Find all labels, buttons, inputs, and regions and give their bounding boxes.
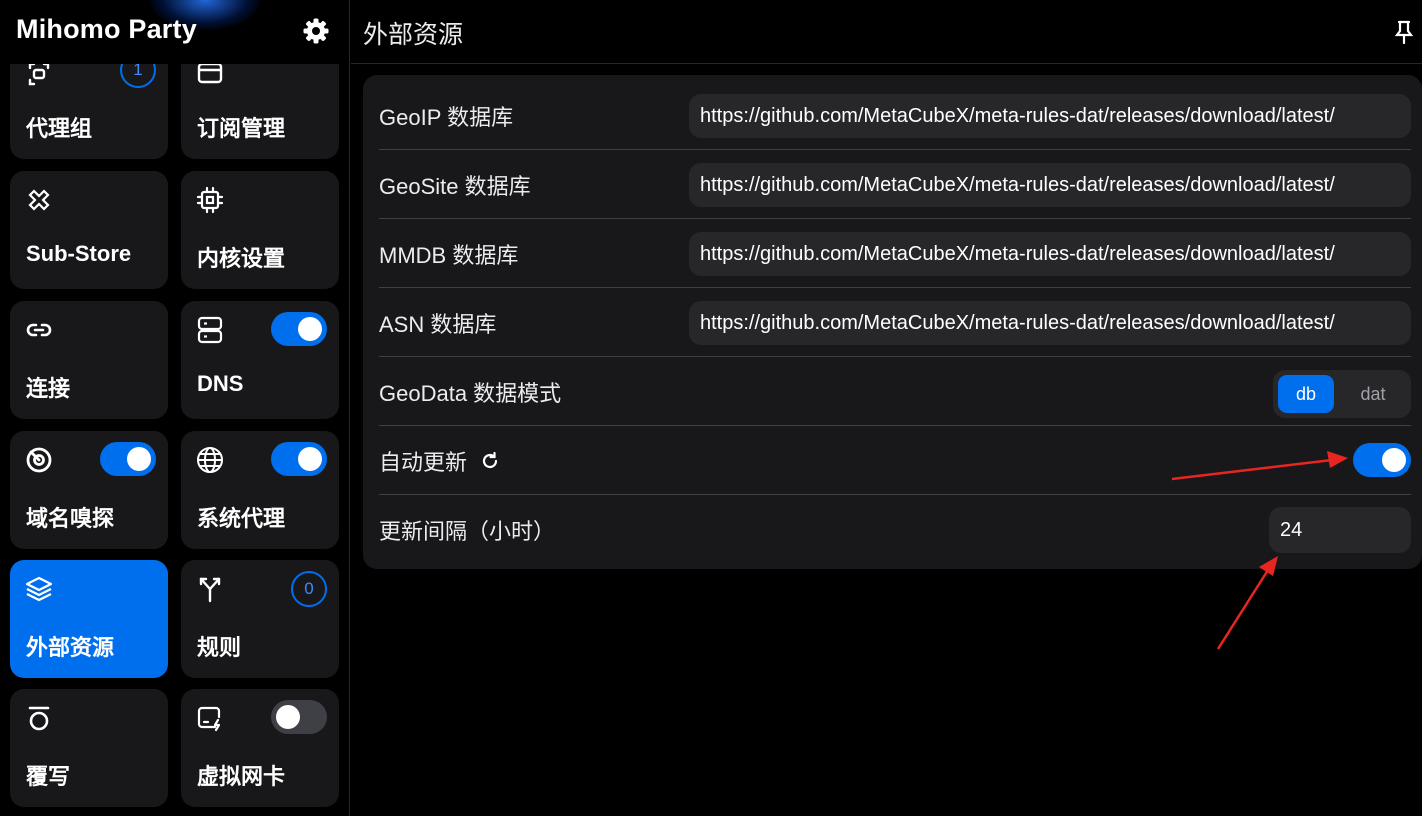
radar-icon <box>26 447 52 473</box>
setting-label: GeoSite 数据库 <box>379 173 531 199</box>
settings-button[interactable] <box>300 16 332 46</box>
gear-icon <box>303 18 329 44</box>
page-title: 外部资源 <box>363 21 464 49</box>
setting-label: MMDB 数据库 <box>379 242 519 268</box>
main-content: 外部资源 GeoIP 数据库 https://github.com/MetaCu… <box>351 0 1422 816</box>
sidebar-card-label: 虚拟网卡 <box>197 764 286 789</box>
network-card-icon <box>197 706 221 732</box>
pin-button[interactable] <box>1391 18 1417 46</box>
chip-icon <box>196 186 224 214</box>
auto-update-toggle[interactable] <box>1353 443 1411 477</box>
sidebar-card-sniffer[interactable]: 域名嗅探 <box>10 431 168 549</box>
geodata-mode-switch: db dat <box>1273 370 1411 418</box>
settings-panel: GeoIP 数据库 https://github.com/MetaCubeX/m… <box>363 75 1422 569</box>
sidebar-card-label: 系统代理 <box>197 506 286 531</box>
update-interval-input[interactable]: 24 <box>1269 507 1411 553</box>
sidebar-card-override[interactable]: 覆写 <box>10 689 168 807</box>
toggle-knob <box>1382 448 1406 472</box>
setting-row-geosite: GeoSite 数据库 https://github.com/MetaCubeX… <box>379 150 1411 219</box>
layers-icon <box>25 576 53 602</box>
tun-toggle[interactable] <box>271 700 327 734</box>
toggle-knob <box>298 447 322 471</box>
link-icon <box>26 323 52 337</box>
setting-label: GeoData 数据模式 <box>379 380 562 406</box>
setting-label: 自动更新 <box>379 449 468 475</box>
setting-label-wrap: 自动更新 <box>379 426 501 495</box>
geodata-mode-option-dat[interactable]: dat <box>1345 375 1401 413</box>
sidebar-card-connections[interactable]: 连接 <box>10 301 168 419</box>
sidebar-card-label: 订阅管理 <box>197 116 286 141</box>
refresh-icon[interactable] <box>479 450 501 472</box>
setting-row-update-interval: 更新间隔（小时） 24 <box>379 495 1411 564</box>
geodata-mode-option-db[interactable]: db <box>1278 375 1334 413</box>
sidebar-card-label: 规则 <box>197 635 242 660</box>
app-header: Mihomo Party <box>0 0 349 64</box>
toggle-knob <box>127 447 151 471</box>
sidebar-card-rules[interactable]: 0 规则 <box>181 560 339 678</box>
server-icon <box>197 316 223 344</box>
sidebar-card-label: 连接 <box>26 376 71 401</box>
sidebar-card-core-settings[interactable]: 内核设置 <box>181 171 339 289</box>
sidebar-card-dns[interactable]: DNS <box>181 301 339 419</box>
git-fork-icon <box>199 577 221 603</box>
sidebar-card-label: Sub-Store <box>26 241 132 266</box>
sidebar-card-label: 域名嗅探 <box>26 506 115 531</box>
asn-url-input[interactable]: https://github.com/MetaCubeX/meta-rules-… <box>689 301 1411 345</box>
rules-count-badge: 0 <box>291 571 327 607</box>
pin-icon <box>1394 20 1414 45</box>
sidebar-card-system-proxy[interactable]: 系统代理 <box>181 431 339 549</box>
sidebar-card-label: 代理组 <box>26 116 93 141</box>
sidebar-card-label: 外部资源 <box>26 635 115 660</box>
setting-label: 更新间隔（小时） <box>379 518 556 544</box>
sidebar-card-label: 覆写 <box>26 764 71 789</box>
sidebar: 1 代理组 订阅管理 Sub-Store 内核设置 连接 DNS 域名嗅探 系统… <box>0 0 350 816</box>
system-proxy-toggle[interactable] <box>271 442 327 476</box>
sub-store-icon <box>28 189 50 211</box>
sidebar-card-label: 内核设置 <box>197 246 286 271</box>
setting-label: GeoIP 数据库 <box>379 104 514 130</box>
sidebar-card-sub-store[interactable]: Sub-Store <box>10 171 168 289</box>
app-title: Mihomo Party <box>16 14 197 44</box>
setting-row-asn: ASN 数据库 https://github.com/MetaCubeX/met… <box>379 288 1411 357</box>
override-icon <box>28 706 50 731</box>
mmdb-url-input[interactable]: https://github.com/MetaCubeX/meta-rules-… <box>689 232 1411 276</box>
sidebar-card-tun[interactable]: 虚拟网卡 <box>181 689 339 807</box>
sniffer-toggle[interactable] <box>100 442 156 476</box>
top-bar: 外部资源 <box>351 0 1422 64</box>
globe-icon <box>197 447 223 473</box>
sidebar-card-label: DNS <box>197 371 244 396</box>
setting-row-geoip: GeoIP 数据库 https://github.com/MetaCubeX/m… <box>379 81 1411 150</box>
setting-row-mmdb: MMDB 数据库 https://github.com/MetaCubeX/me… <box>379 219 1411 288</box>
setting-row-auto-update: 自动更新 <box>379 426 1411 495</box>
setting-label: ASN 数据库 <box>379 311 497 337</box>
toggle-knob <box>276 705 300 729</box>
sidebar-card-external-resources[interactable]: 外部资源 <box>10 560 168 678</box>
geosite-url-input[interactable]: https://github.com/MetaCubeX/meta-rules-… <box>689 163 1411 207</box>
toggle-knob <box>298 317 322 341</box>
geoip-url-input[interactable]: https://github.com/MetaCubeX/meta-rules-… <box>689 94 1411 138</box>
setting-row-geodata-mode: GeoData 数据模式 db dat <box>379 357 1411 426</box>
dns-toggle[interactable] <box>271 312 327 346</box>
